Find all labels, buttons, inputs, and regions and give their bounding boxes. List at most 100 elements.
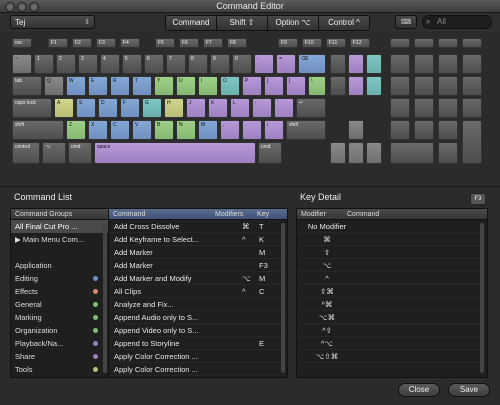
key-help[interactable] — [330, 54, 346, 74]
key-numpad-3[interactable] — [438, 120, 458, 140]
key-y[interactable]: Y — [154, 76, 174, 96]
key-a[interactable]: A — [54, 98, 74, 118]
key-s[interactable]: S — [76, 98, 96, 118]
command-row[interactable]: Add Marker and Modify ⌥ M — [109, 272, 287, 285]
key-n[interactable]: N — [176, 120, 196, 140]
key-space[interactable]: space — [94, 142, 256, 164]
key-b[interactable]: B — [154, 120, 174, 140]
key-numpad-enter[interactable] — [462, 120, 482, 164]
key-t[interactable]: T — [132, 76, 152, 96]
key-detail-row[interactable]: ⌥ — [297, 259, 487, 272]
command-group-item[interactable]: All Final Cut Pro ... — [11, 220, 108, 233]
key-numpad-multiply[interactable] — [462, 54, 482, 74]
key-detail-row[interactable]: ⇧⌘ — [297, 285, 487, 298]
key-detail-row[interactable]: ⌘ — [297, 233, 487, 246]
key-u[interactable]: U — [176, 76, 196, 96]
key-o[interactable]: O — [220, 76, 240, 96]
key-arrow-up[interactable] — [348, 120, 364, 140]
key-f5[interactable]: F5 — [155, 38, 175, 48]
key-numpad-5[interactable] — [414, 98, 434, 118]
key-detail-scrollbar[interactable] — [480, 223, 484, 373]
key-f12[interactable]: F12 — [350, 38, 370, 48]
modifier-shift-button[interactable]: Shift ⇧ — [217, 16, 268, 30]
key-arrow-right[interactable] — [366, 142, 382, 164]
key-arrow-down[interactable] — [348, 142, 364, 164]
key-semicolon[interactable]: ; — [252, 98, 272, 118]
key-numpad-plus[interactable] — [462, 98, 482, 118]
key-w[interactable]: W — [66, 76, 86, 96]
key-detail-row[interactable]: No Modifier — [297, 220, 487, 233]
key-p[interactable]: P — [242, 76, 262, 96]
key-l[interactable]: L — [230, 98, 250, 118]
key-q[interactable]: Q — [44, 76, 64, 96]
key-c[interactable]: C — [110, 120, 130, 140]
command-row[interactable]: Append to Storyline E — [109, 337, 287, 350]
key-caps-lock[interactable]: caps lock — [12, 98, 52, 118]
key-home[interactable] — [348, 54, 364, 74]
key-g[interactable]: G — [142, 98, 162, 118]
key-numpad-2[interactable] — [414, 120, 434, 140]
key-2[interactable]: 2 — [56, 54, 76, 74]
key-detail-row[interactable]: ⌥⇧⌘ — [297, 350, 487, 363]
command-row[interactable]: Apply Color Correction ... — [109, 363, 287, 376]
command-row[interactable]: Append Video only to S... — [109, 324, 287, 337]
commands-scrollbar[interactable] — [281, 223, 285, 373]
key-delete[interactable]: ⌫ — [298, 54, 326, 74]
key-r[interactable]: R — [110, 76, 130, 96]
key-f11[interactable]: F11 — [326, 38, 346, 48]
zoom-window-button[interactable] — [29, 2, 39, 12]
column-key[interactable]: Key — [257, 209, 269, 220]
command-group-item[interactable]: Organization — [11, 324, 108, 337]
key-backslash[interactable]: \ — [308, 76, 326, 96]
command-row[interactable]: Analyze and Fix... — [109, 298, 287, 311]
column-command-detail[interactable]: Command — [347, 209, 379, 220]
key-detail-row[interactable]: ^⌘ — [297, 298, 487, 311]
key-j[interactable]: J — [186, 98, 206, 118]
key-e[interactable]: E — [88, 76, 108, 96]
key-numpad-9[interactable] — [438, 76, 458, 96]
key-arrow-left[interactable] — [330, 142, 346, 164]
key-f2[interactable]: F2 — [72, 38, 92, 48]
key-f6[interactable]: F6 — [179, 38, 199, 48]
key-tab[interactable]: tab — [12, 76, 42, 96]
key-8[interactable]: 8 — [188, 54, 208, 74]
column-modifiers[interactable]: Modifiers — [215, 209, 243, 220]
key-cmd-left[interactable]: cmd — [68, 142, 92, 164]
keyboard-highlight-button[interactable]: ⌨ — [395, 15, 417, 29]
command-row[interactable]: All Clips ^ C — [109, 285, 287, 298]
command-group-item[interactable]: Editing — [11, 272, 108, 285]
key-esc[interactable]: esc — [12, 38, 32, 48]
key-f8[interactable]: F8 — [227, 38, 247, 48]
key-x[interactable]: X — [88, 120, 108, 140]
key-numpad-8[interactable] — [414, 76, 434, 96]
key-0[interactable]: 0 — [232, 54, 252, 74]
key-numpad-minus[interactable] — [462, 76, 482, 96]
key-page-down[interactable] — [366, 76, 382, 96]
key-7[interactable]: 7 — [166, 54, 186, 74]
command-group-item[interactable]: General — [11, 298, 108, 311]
command-row[interactable]: Append Audio only to S... — [109, 311, 287, 324]
command-group-item[interactable] — [11, 246, 108, 259]
command-group-item[interactable]: Application — [11, 259, 108, 272]
save-button[interactable]: Save — [448, 383, 490, 397]
command-set-select[interactable]: Tej ⇕ — [10, 15, 95, 29]
key-detail-row[interactable]: ^⌥ — [297, 337, 487, 350]
key-equals[interactable]: = — [276, 54, 296, 74]
command-group-item[interactable]: ▶ Main Menu Com... — [11, 233, 108, 246]
column-command[interactable]: Command — [113, 211, 145, 218]
key-numpad-6[interactable] — [438, 98, 458, 118]
key-slash[interactable]: / — [264, 120, 284, 140]
key-minus[interactable]: - — [254, 54, 274, 74]
key-6[interactable]: 6 — [144, 54, 164, 74]
key-detail-row[interactable]: ^ — [297, 272, 487, 285]
key-9[interactable]: 9 — [210, 54, 230, 74]
close-window-button[interactable] — [5, 2, 15, 12]
key-4[interactable]: 4 — [100, 54, 120, 74]
key-f14[interactable] — [414, 38, 434, 48]
key-f4[interactable]: F4 — [120, 38, 140, 48]
key-quote[interactable]: ' — [274, 98, 294, 118]
command-group-item[interactable]: Marking — [11, 311, 108, 324]
key-f7[interactable]: F7 — [203, 38, 223, 48]
command-groups-header[interactable]: Command Groups — [11, 209, 108, 220]
key-z[interactable]: Z — [66, 120, 86, 140]
